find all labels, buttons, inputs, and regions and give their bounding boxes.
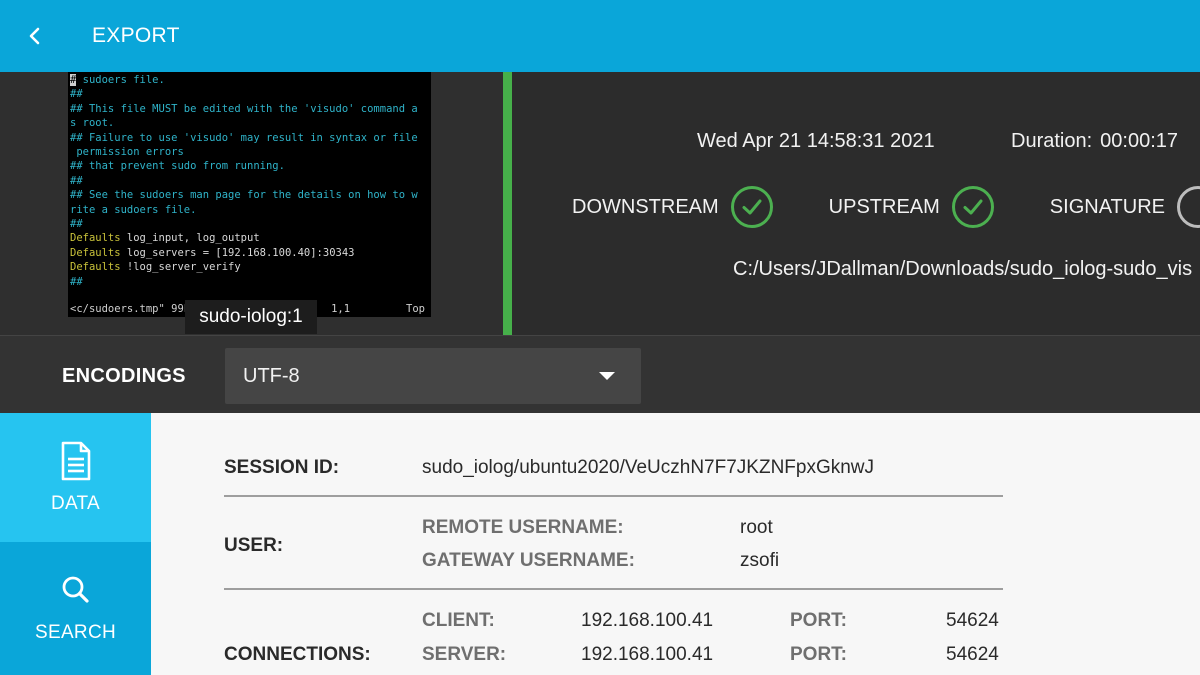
terminal-line: Defaults log_input, log_output [70,231,431,245]
signature-status-icon [1177,186,1200,228]
terminal-pane: # sudoers file. ## ## This file MUST be … [0,72,503,335]
terminal-line: ## This file MUST be edited with the 'vi… [70,102,418,115]
encoding-selected-value: UTF-8 [243,364,300,387]
nav-item-label: DATA [50,492,101,514]
check-circle-icon [951,186,994,228]
terminal-line: ## See the sudoers man page for the deta… [70,189,418,202]
session-player-region: # sudoers file. ## ## This file MUST be … [0,72,1200,335]
session-meta-pane: Wed Apr 21 14:58:31 2021 Duration: 00:00:… [512,72,1200,335]
search-icon [62,576,89,603]
status-label: DOWNSTREAM [572,195,719,218]
client-port-label: PORT: [790,610,847,631]
terminal-keyword: Defaults [70,246,121,259]
terminal-status-scroll: Top [406,302,425,315]
caret-down-icon [599,372,615,380]
row-divider [224,495,1003,497]
terminal-line: ## [70,88,83,101]
terminal-line: s root. [70,117,115,130]
session-timestamp: Wed Apr 21 14:58:31 2021 [697,130,935,152]
nav-item-data[interactable]: DATA [0,413,151,542]
playback-divider[interactable] [503,72,512,335]
remote-username-value: root [740,517,773,538]
terminal-status-position: 1,1 [331,302,351,315]
terminal-line-text: log_input, log_output [120,232,260,245]
nav-item-search[interactable]: SEARCH [0,542,151,671]
terminal-line: ## [70,174,83,187]
terminal-session-label: sudo-iolog:1 [185,300,317,334]
terminal-line: # sudoers file. [70,73,431,87]
terminal-line: rite a sudoers file. [70,203,197,216]
export-file-path: C:/Users/JDallman/Downloads/sudo_iolog-s… [733,258,1193,280]
user-label: USER: [224,535,284,556]
row-divider [224,588,1003,590]
terminal-line: permission errors [70,146,184,159]
status-downstream: DOWNSTREAM [572,186,773,228]
client-label: CLIENT: [422,610,495,631]
encoding-select[interactable]: UTF-8 [225,348,641,404]
status-upstream: UPSTREAM [829,186,994,228]
server-ip-value: 192.168.100.41 [581,644,714,665]
session-id-label: SESSION ID: [224,457,340,478]
page-title: EXPORT [92,24,180,47]
client-ip-value: 192.168.100.41 [581,610,714,631]
chevron-left-icon [29,27,40,45]
gateway-username-value: zsofi [740,550,780,571]
session-id-value: sudo_iolog/ubuntu2020/VeUczhN7F7JKZNFpxG… [422,457,875,478]
side-navigation: DATA SEARCH [0,413,151,675]
terminal-line: ## [70,275,83,288]
duration-value: 00:00:17 [1100,130,1179,152]
terminal-line-text: sudoers file. [76,74,165,86]
connections-label: CONNECTIONS: [224,644,371,665]
nav-item-label: SEARCH [35,621,116,643]
app-header: EXPORT [0,0,1200,72]
remote-username-label: REMOTE USERNAME: [422,517,624,538]
terminal-line: ## [70,218,83,231]
server-port-label: PORT: [790,644,847,665]
gateway-username-label: GATEWAY USERNAME: [422,550,635,571]
session-details-panel: SESSION ID: sudo_iolog/ubuntu2020/VeUczh… [151,413,1200,675]
terminal-line-text: !log_server_verify [120,261,241,274]
terminal-line: Defaults log_servers = [192.168.100.40]:… [70,246,431,260]
terminal-line-text: log_servers = [192.168.100.40]:30343 [120,246,355,259]
status-signature: SIGNATURE [1050,186,1200,228]
server-label: SERVER: [422,644,507,665]
terminal-line: Defaults !log_server_verify [70,260,431,274]
terminal-screen[interactable]: # sudoers file. ## ## This file MUST be … [68,72,431,317]
terminal-line: ## Failure to use 'visudo' may result in… [70,131,418,144]
duration-label: Duration: [1011,130,1093,152]
encodings-bar: ENCODINGS UTF-8 [0,335,1200,413]
terminal-keyword: Defaults [70,232,121,245]
status-label: UPSTREAM [828,195,940,218]
server-port-value: 54624 [946,644,999,665]
document-icon [61,441,90,480]
client-port-value: 54624 [946,610,999,631]
encodings-label: ENCODINGS [62,365,186,387]
verification-status-row: DOWNSTREAM UPSTREAM SIGNATURE [572,186,1200,228]
back-button[interactable] [0,0,70,72]
terminal-line: ## that prevent sudo from running. [70,160,285,173]
check-circle-icon [730,186,773,228]
terminal-keyword: Defaults [70,261,121,274]
status-label: SIGNATURE [1049,195,1165,218]
session-duration: Duration: 00:00:17 [1011,130,1178,153]
